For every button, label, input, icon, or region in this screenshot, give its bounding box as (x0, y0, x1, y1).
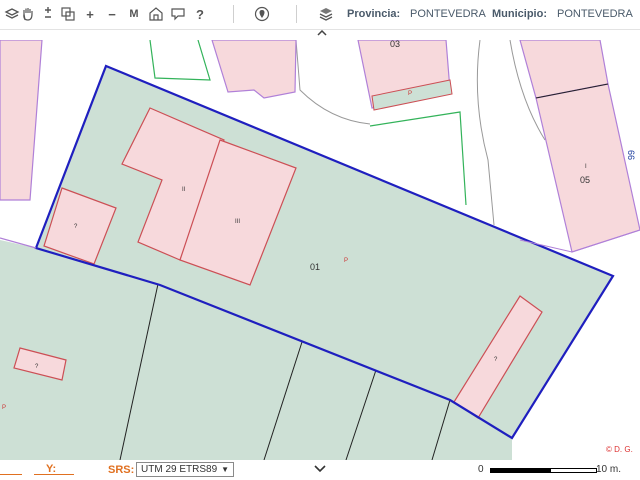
map-toolbar: + − M ? Provincia: PONTEVEDRA Municipio:… (0, 0, 640, 30)
zoom-out-icon[interactable]: − (102, 4, 122, 24)
chevron-down-icon[interactable] (314, 464, 326, 476)
zoom-in-icon[interactable]: + (80, 4, 100, 24)
provincia-value: PONTEVEDRA (410, 8, 486, 20)
zoom-in-glyph: + (86, 6, 94, 22)
srs-label: SRS: (108, 464, 135, 476)
layers-stack-icon[interactable] (316, 4, 336, 24)
scale-bar-segment (550, 468, 597, 473)
parcel-label-03: 03 (390, 40, 400, 49)
toolbar-divider (233, 5, 234, 23)
cadastral-map[interactable]: 03 P I 05 66 II III ? P 01 ? ? P © D. G. (0, 40, 640, 460)
zoom-out-glyph: − (108, 6, 116, 22)
parcel-label-05: 05 (580, 175, 590, 185)
mark-p-03: P (408, 91, 412, 97)
scale-end-label: 10 m. (596, 464, 622, 475)
dropdown-arrow-icon: ▼ (221, 465, 229, 474)
chevron-up-icon[interactable] (314, 28, 330, 38)
pan-hand-icon[interactable] (18, 4, 38, 24)
y-coordinate-field (34, 474, 74, 475)
help-icon[interactable]: ? (190, 4, 210, 24)
srs-selected-value: UTM 29 ETRS89 (141, 464, 218, 475)
building-icon[interactable] (146, 4, 166, 24)
measure-glyph: M (129, 8, 139, 20)
status-bar: Y: SRS: UTM 29 ETRS89 ▼ 0 10 m. (0, 460, 640, 480)
zoom-box-icon[interactable] (58, 4, 78, 24)
parcel-label-01: 01 (310, 262, 320, 272)
mark-p-01: P (344, 258, 348, 264)
building-iii-label: III (235, 219, 240, 225)
location-pin-icon[interactable] (252, 4, 272, 24)
measure-icon[interactable]: M (124, 4, 144, 24)
srs-select[interactable]: UTM 29 ETRS89 ▼ (136, 462, 234, 477)
x-coordinate-field (0, 474, 22, 475)
mark-p-left: P (2, 405, 6, 411)
map-attribution: © D. G. (606, 445, 633, 454)
zoom-plusminus-icon[interactable] (38, 4, 58, 24)
municipio-value: PONTEVEDRA (557, 8, 633, 20)
scale-bar-segment (490, 468, 550, 473)
scale-bar: 0 10 m. (476, 462, 636, 478)
help-glyph: ? (196, 6, 204, 22)
scale-start-label: 0 (478, 464, 484, 475)
provincia-label: Provincia: (347, 8, 401, 20)
municipio-label: Municipio: (492, 8, 547, 20)
street-number-66: 66 (626, 150, 636, 160)
building-ii-label: II (182, 187, 186, 193)
tooltip-icon[interactable] (168, 4, 188, 24)
toolbar-divider (296, 5, 297, 23)
